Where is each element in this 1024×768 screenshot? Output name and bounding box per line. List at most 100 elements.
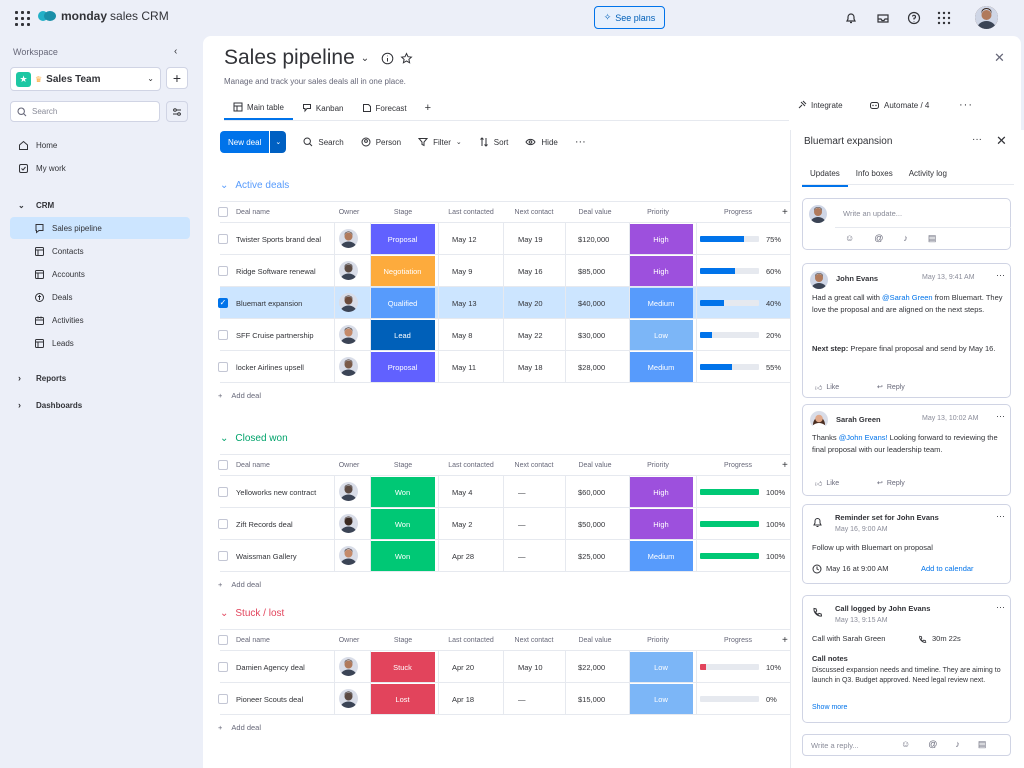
last-contacted-cell[interactable]: May 2 <box>452 508 472 540</box>
voice-icon[interactable]: ♪ <box>955 739 960 750</box>
priority-pill[interactable]: High <box>629 256 693 286</box>
group-header[interactable]: ⌄ Stuck / lost <box>220 608 284 619</box>
update-more-icon[interactable]: ··· <box>996 411 1005 421</box>
group-name[interactable]: Active deals <box>235 180 289 191</box>
person-filter-button[interactable]: Person <box>361 137 401 147</box>
priority-pill[interactable]: Medium <box>629 352 693 382</box>
row-checkbox[interactable] <box>218 266 228 276</box>
emoji-icon[interactable]: ☺ <box>901 739 910 750</box>
see-plans-button[interactable]: ✧ See plans <box>594 6 665 29</box>
owner-avatar[interactable] <box>339 229 358 248</box>
group-name[interactable]: Stuck / lost <box>235 608 284 619</box>
column-header-stage[interactable]: Stage <box>394 209 412 216</box>
close-icon[interactable]: ✕ <box>994 50 1005 66</box>
last-contacted-cell[interactable]: Apr 20 <box>452 651 474 683</box>
column-header-next-contact[interactable]: Next contact <box>515 462 554 469</box>
next-contact-cell[interactable]: — <box>518 540 526 572</box>
last-contacted-cell[interactable]: May 12 <box>452 223 477 255</box>
filter-button[interactable]: Filter ⌄ <box>418 137 462 147</box>
sidebar-item-home[interactable]: Home <box>10 134 190 156</box>
row-checkbox[interactable] <box>218 551 228 561</box>
priority-pill[interactable]: High <box>629 477 693 507</box>
next-contact-cell[interactable]: — <box>518 508 526 540</box>
chevron-down-icon[interactable]: ⌄ <box>220 433 228 444</box>
deal-name-cell[interactable]: Pioneer Scouts deal <box>236 683 303 715</box>
stage-pill[interactable]: Lead <box>370 320 435 350</box>
add-deal-button[interactable]: + Add deal <box>218 580 261 589</box>
column-header-stage[interactable]: Stage <box>394 637 412 644</box>
row-checkbox[interactable] <box>218 519 228 529</box>
column-header-priority[interactable]: Priority <box>647 637 669 644</box>
integrate-button[interactable]: Integrate <box>797 100 843 110</box>
emoji-icon[interactable]: ☺ <box>845 233 854 244</box>
info-icon[interactable] <box>381 52 394 65</box>
stage-pill[interactable]: Negotiation <box>370 256 435 286</box>
help-icon[interactable] <box>907 11 921 25</box>
deal-value-cell[interactable]: $50,000 <box>578 508 605 540</box>
new-deal-button[interactable]: New deal <box>220 131 270 153</box>
sidebar-item-sales-pipeline[interactable]: Sales pipeline <box>10 217 190 239</box>
last-contacted-cell[interactable]: May 13 <box>452 287 477 319</box>
column-header-deal-value[interactable]: Deal value <box>578 209 611 216</box>
table-row[interactable]: Damien Agency deal Stuck Apr 20 May 10 $22,0… <box>218 651 792 683</box>
sidebar-item-leads[interactable]: Leads <box>10 332 190 354</box>
collapse-sidebar-icon[interactable]: ‹ <box>174 46 177 57</box>
more-toolbar-icon[interactable]: ··· <box>575 136 586 148</box>
priority-pill[interactable]: Low <box>629 320 693 350</box>
automate-button[interactable]: Automate / 4 <box>869 100 929 110</box>
column-header-next-contact[interactable]: Next contact <box>515 637 554 644</box>
add-to-calendar-link[interactable]: Add to calendar <box>921 563 974 575</box>
deal-value-cell[interactable]: $120,000 <box>578 223 609 255</box>
last-contacted-cell[interactable]: May 9 <box>452 255 472 287</box>
sidebar-filter-button[interactable] <box>166 101 188 122</box>
table-row[interactable]: locker Airlines upsell Proposal May 11 May … <box>218 351 792 383</box>
new-deal-dropdown-icon[interactable]: ⌄ <box>269 131 287 153</box>
deal-name-cell[interactable]: locker Airlines upsell <box>236 351 304 383</box>
table-row[interactable]: Waissman Gallery Won Apr 28 — $25,000 Medium 1… <box>218 540 792 572</box>
column-header-progress[interactable]: Progress <box>724 209 752 216</box>
reply-button[interactable]: ↩︎ Reply <box>877 479 905 488</box>
voice-icon[interactable]: ♪ <box>903 233 908 244</box>
priority-pill[interactable]: Low <box>629 684 693 714</box>
column-header-stage[interactable]: Stage <box>394 462 412 469</box>
update-more-icon[interactable]: ··· <box>996 270 1005 280</box>
group-name[interactable]: Closed won <box>235 433 287 444</box>
add-column-icon[interactable]: + <box>782 460 788 471</box>
deal-name-cell[interactable]: Bluemart expansion <box>236 287 302 319</box>
next-contact-cell[interactable]: — <box>518 683 526 715</box>
chevron-down-icon[interactable]: ⌄ <box>220 180 228 191</box>
inbox-icon[interactable] <box>876 11 890 25</box>
deal-name-cell[interactable]: Twister Sports brand deal <box>236 223 321 255</box>
column-header-progress[interactable]: Progress <box>724 637 752 644</box>
sort-button[interactable]: Sort <box>479 137 508 147</box>
tab-forecast[interactable]: Forecast <box>353 96 416 120</box>
add-workspace-button[interactable]: + <box>166 67 188 89</box>
last-contacted-cell[interactable]: May 8 <box>452 319 472 351</box>
select-all-checkbox[interactable] <box>218 460 228 470</box>
next-contact-cell[interactable]: May 10 <box>518 651 543 683</box>
last-contacted-cell[interactable]: May 4 <box>452 476 472 508</box>
mention-icon[interactable]: @ <box>928 739 937 750</box>
mention-link[interactable]: @John Evans! <box>839 433 888 442</box>
column-header-owner[interactable]: Owner <box>339 209 360 216</box>
reminder-more-icon[interactable]: ··· <box>996 511 1005 521</box>
panel-more-icon[interactable]: ··· <box>972 134 982 145</box>
chevron-down-icon[interactable]: ⌄ <box>220 608 228 619</box>
deal-value-cell[interactable]: $40,000 <box>578 287 605 319</box>
sidebar-item-my-work[interactable]: My work <box>10 157 190 179</box>
stage-pill[interactable]: Won <box>370 477 435 507</box>
add-column-icon[interactable]: + <box>782 207 788 218</box>
panel-close-icon[interactable]: ✕ <box>996 133 1007 149</box>
column-header-next-contact[interactable]: Next contact <box>515 209 554 216</box>
table-row[interactable]: Twister Sports brand deal Proposal May 12 M… <box>218 223 792 255</box>
owner-avatar[interactable] <box>339 482 358 501</box>
table-row[interactable]: Zift Records deal Won May 2 — $50,000 High 100… <box>218 508 792 540</box>
row-checkbox[interactable] <box>218 487 228 497</box>
gif-icon[interactable]: ▤ <box>978 739 987 750</box>
priority-pill[interactable]: High <box>629 509 693 539</box>
priority-pill[interactable]: Medium <box>629 541 693 571</box>
table-row[interactable]: SFF Cruise partnership Lead May 8 May 22 $30… <box>218 319 792 351</box>
priority-pill[interactable]: High <box>629 224 693 254</box>
row-checkbox[interactable] <box>218 694 228 704</box>
priority-pill[interactable]: Medium <box>629 288 693 318</box>
